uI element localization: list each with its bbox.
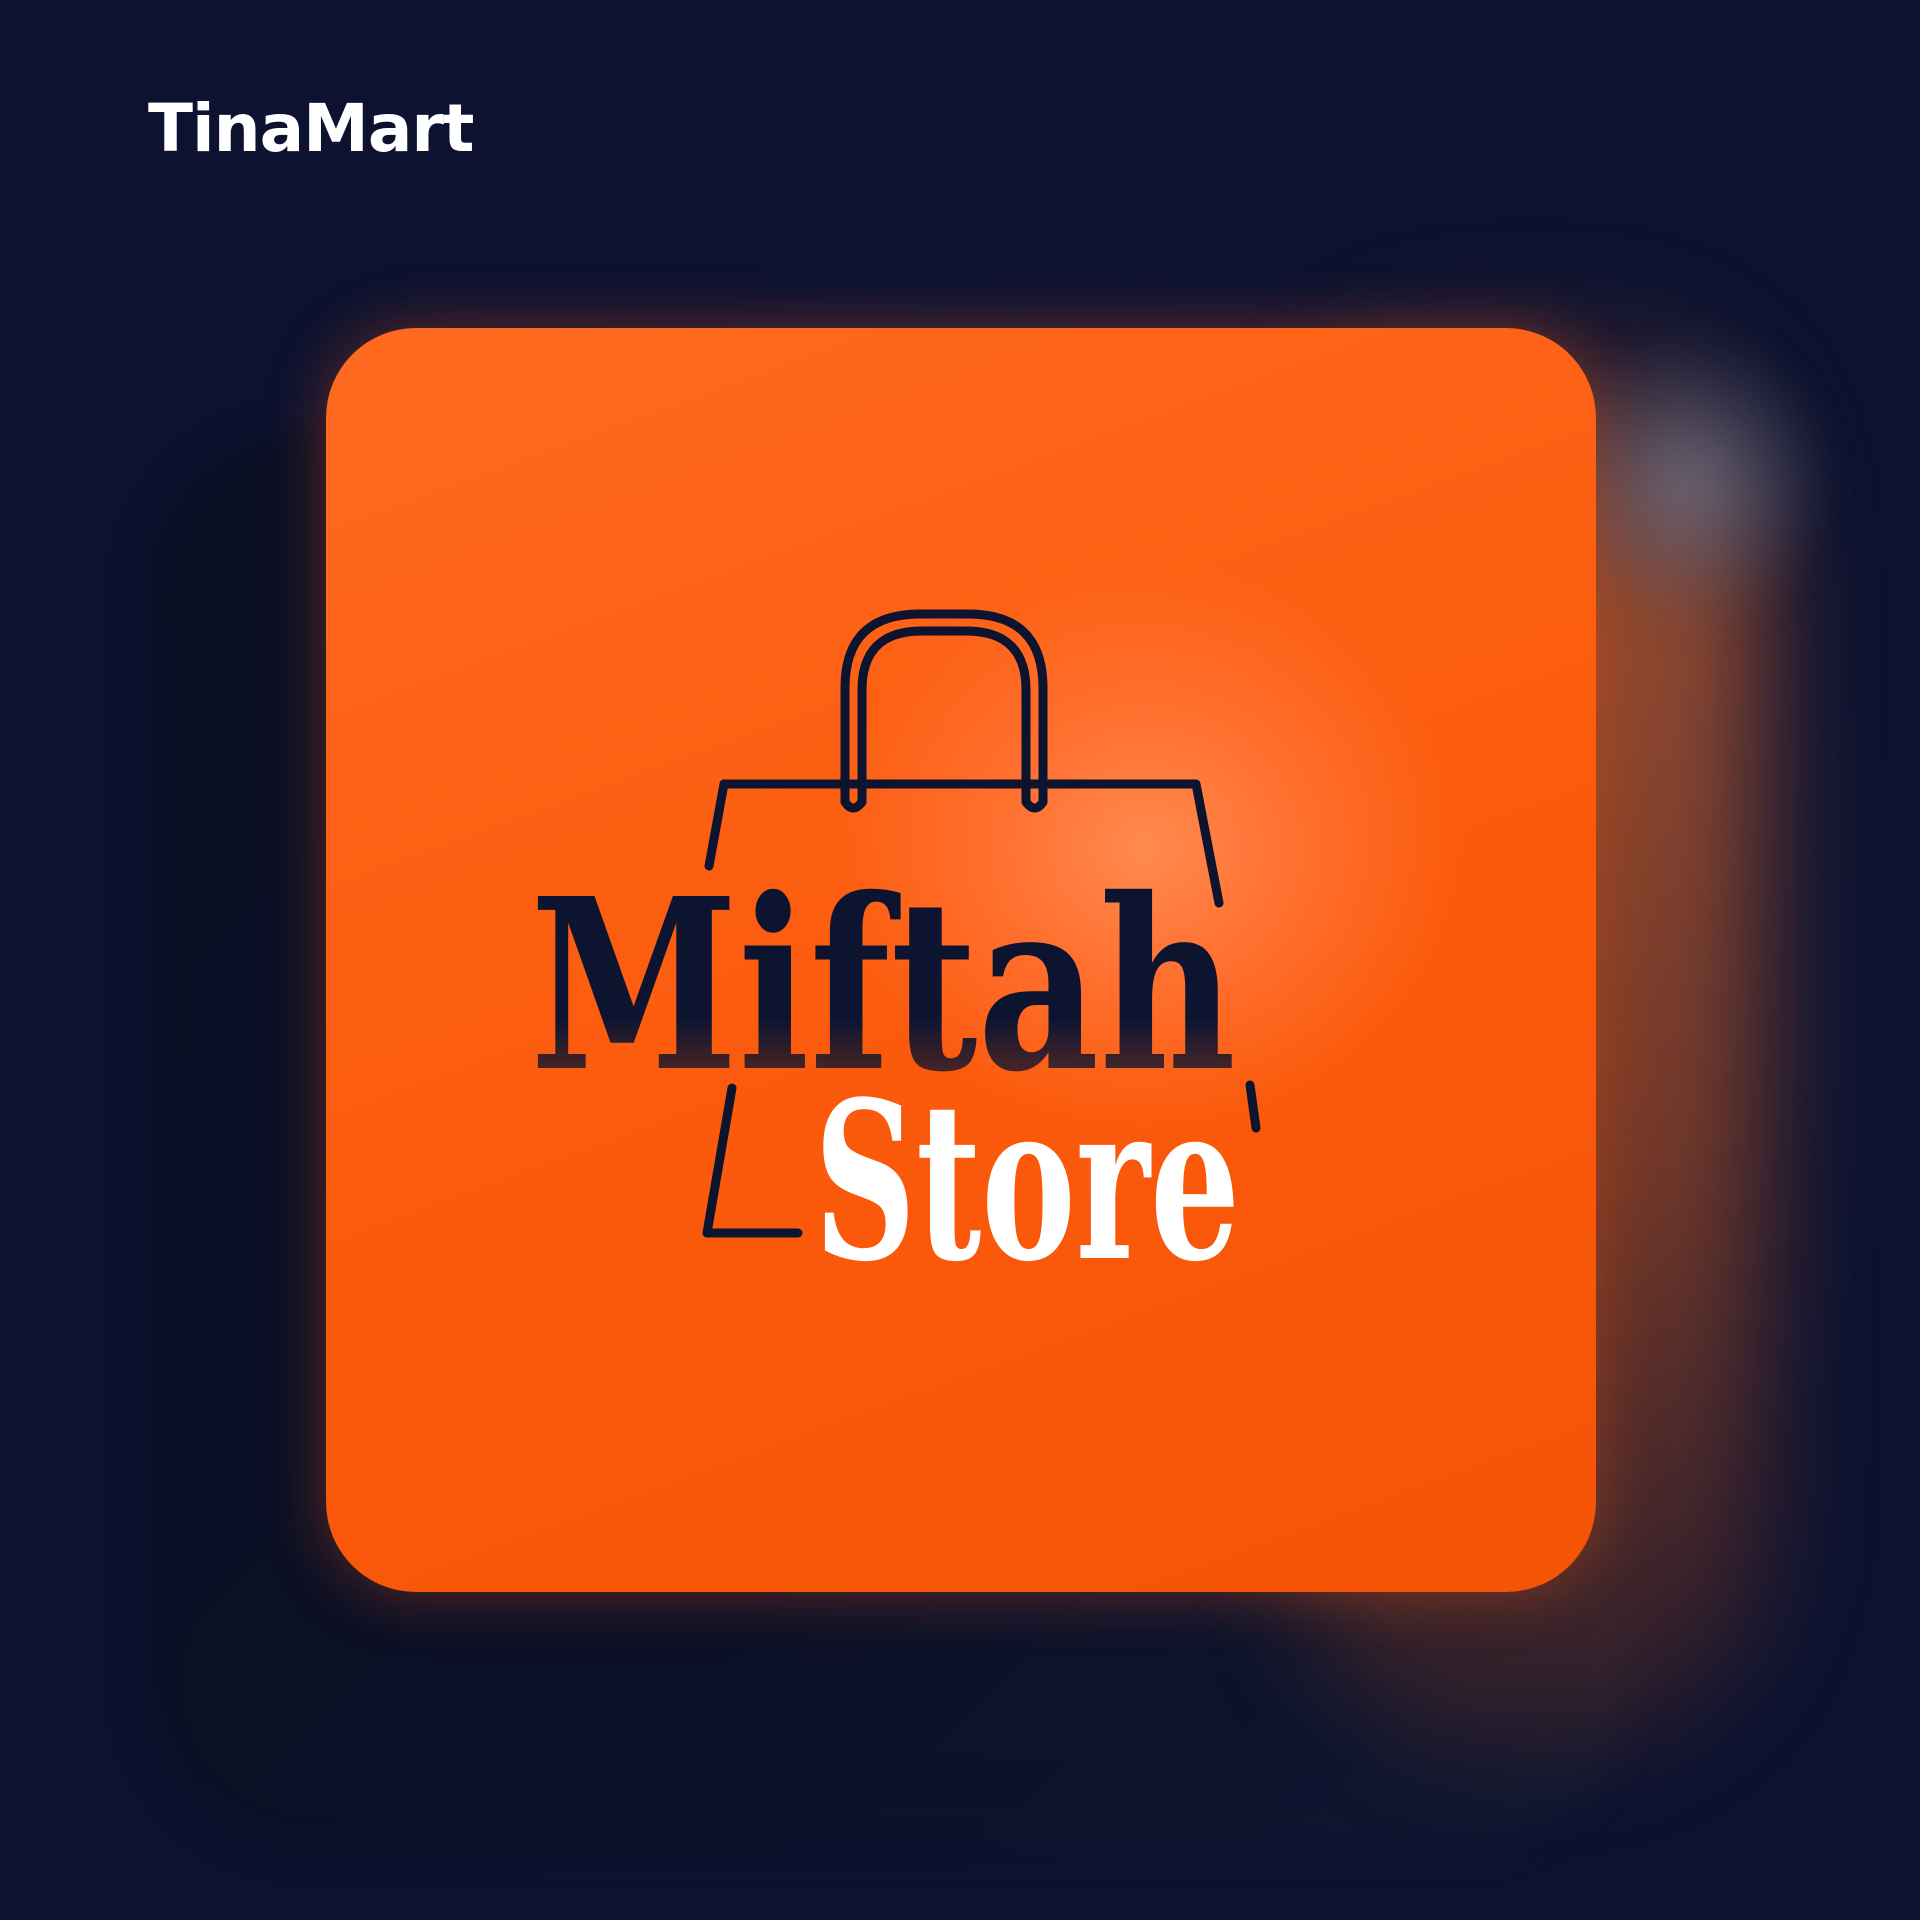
brand-name: TinaMart [148, 90, 474, 167]
logo: Miftah Store [530, 609, 1261, 1310]
logo-word-store: Store [814, 1054, 1240, 1310]
canvas: TinaMart Miftah Store [0, 0, 1920, 1920]
logo-tile: Miftah Store [326, 328, 1596, 1592]
light-flare [1560, 330, 1820, 630]
